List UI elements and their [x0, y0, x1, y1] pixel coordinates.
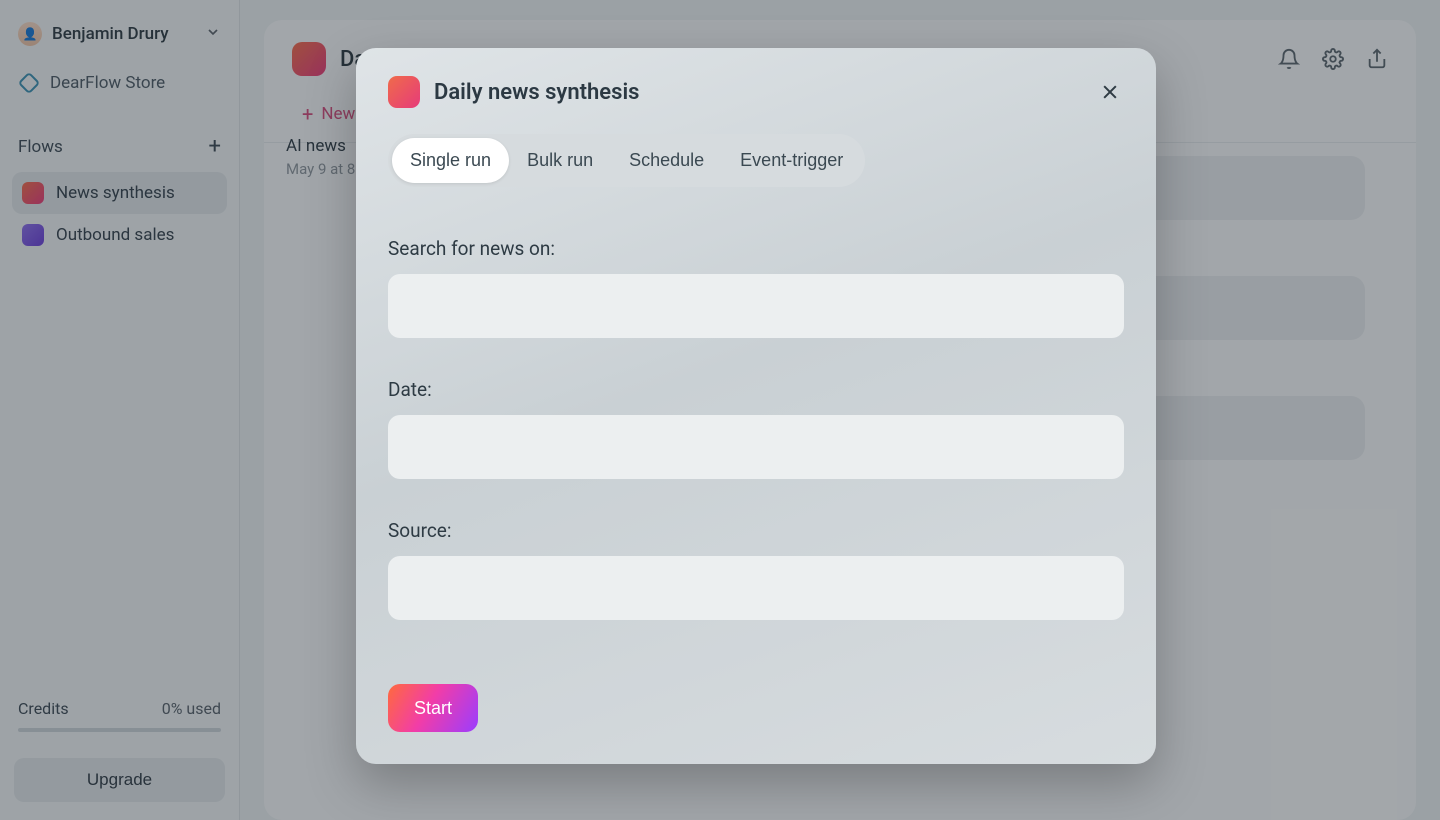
search-input[interactable] — [388, 274, 1124, 338]
run-mode-segment: Single run Bulk run Schedule Event-trigg… — [388, 134, 865, 187]
field-label-source: Source: — [388, 519, 1124, 542]
close-button[interactable] — [1096, 78, 1124, 106]
source-input[interactable] — [388, 556, 1124, 620]
start-button[interactable]: Start — [388, 684, 478, 732]
segment-event-trigger[interactable]: Event-trigger — [722, 138, 861, 183]
field-label-date: Date: — [388, 378, 1124, 401]
date-input[interactable] — [388, 415, 1124, 479]
segment-schedule[interactable]: Schedule — [611, 138, 722, 183]
field-label-search: Search for news on: — [388, 237, 1124, 260]
flow-chip-icon — [388, 76, 420, 108]
modal-title: Daily news synthesis — [434, 80, 640, 105]
segment-single-run[interactable]: Single run — [392, 138, 509, 183]
run-modal: Daily news synthesis Single run Bulk run… — [356, 48, 1156, 764]
segment-bulk-run[interactable]: Bulk run — [509, 138, 611, 183]
